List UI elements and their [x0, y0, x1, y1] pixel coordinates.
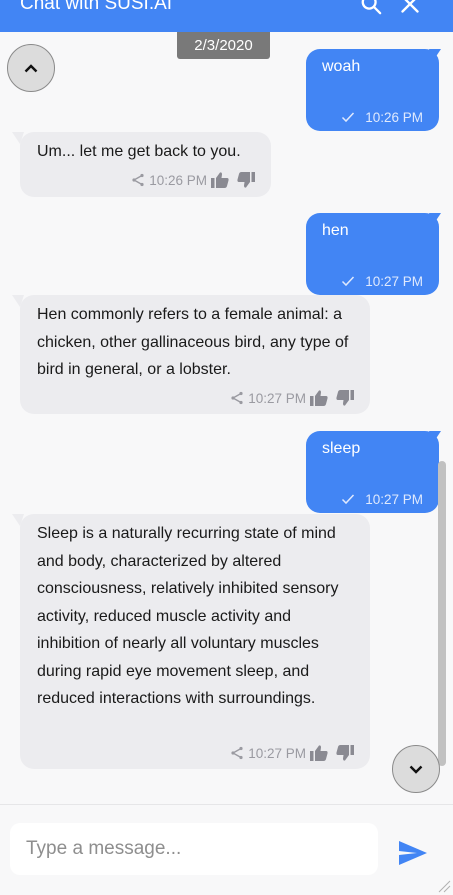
message-time: 10:26 PM — [149, 172, 207, 188]
bubble-tail-icon — [12, 514, 24, 526]
message-meta: 10:26 PM — [131, 171, 255, 189]
thumbs-up-icon[interactable] — [310, 745, 328, 761]
user-message: sleep 10:27 PM — [306, 431, 441, 513]
message-time: 10:26 PM — [365, 109, 423, 125]
message-text: woah — [322, 58, 361, 75]
thumbs-down-icon[interactable] — [336, 390, 354, 406]
check-icon — [341, 493, 355, 505]
thumbs-down-icon[interactable] — [237, 172, 255, 188]
send-icon — [399, 841, 427, 865]
message-input[interactable] — [10, 823, 378, 875]
date-chip: 2/3/2020 — [177, 32, 270, 59]
message-time: 10:27 PM — [365, 491, 423, 507]
share-icon[interactable] — [131, 173, 145, 187]
user-message: woah 10:26 PM — [306, 49, 441, 131]
message-time: 10:27 PM — [248, 745, 306, 761]
message-list[interactable]: woah 10:26 PM Um... let me get back to y… — [0, 32, 453, 804]
message-text: Hen commonly refers to a female animal: … — [37, 306, 349, 378]
scrollbar-thumb[interactable] — [438, 461, 446, 766]
message-input-box[interactable] — [10, 823, 378, 875]
bubble-tail-icon — [12, 132, 24, 144]
search-icon[interactable] — [359, 0, 383, 16]
bot-message: Hen commonly refers to a female animal: … — [12, 295, 370, 414]
message-meta: 10:26 PM — [341, 108, 423, 126]
bot-message: Um... let me get back to you. 10:26 PM — [12, 132, 271, 197]
bubble-tail-icon — [429, 49, 441, 61]
message-text: hen — [322, 222, 349, 239]
share-icon[interactable] — [230, 746, 244, 760]
message-meta: 10:27 PM — [341, 490, 423, 508]
composer — [0, 804, 453, 895]
bubble-tail-icon — [429, 213, 441, 225]
chat-title: Chat with SUSI.AI — [20, 0, 173, 14]
user-message: hen 10:27 PM — [306, 213, 441, 295]
message-text: Um... let me get back to you. — [37, 143, 241, 160]
scroll-down-button[interactable] — [392, 745, 440, 793]
bubble-tail-icon — [429, 431, 441, 443]
thumbs-down-icon[interactable] — [336, 745, 354, 761]
bubble-tail-icon — [12, 295, 24, 307]
scroll-up-button[interactable] — [7, 44, 55, 92]
check-icon — [341, 111, 355, 123]
message-time: 10:27 PM — [248, 390, 306, 406]
chevron-up-icon — [24, 63, 38, 73]
message-meta: 10:27 PM — [230, 744, 354, 762]
message-time: 10:27 PM — [365, 273, 423, 289]
message-text: Sleep is a naturally recurring state of … — [37, 525, 339, 707]
close-icon[interactable] — [398, 0, 422, 16]
message-meta: 10:27 PM — [341, 272, 423, 290]
chat-header: Chat with SUSI.AI — [0, 0, 453, 32]
send-button[interactable] — [398, 840, 428, 866]
check-icon — [341, 275, 355, 287]
message-meta: 10:27 PM — [230, 389, 354, 407]
chevron-down-icon — [409, 765, 423, 774]
message-text: sleep — [322, 440, 361, 457]
thumbs-up-icon[interactable] — [310, 390, 328, 406]
bot-message: Sleep is a naturally recurring state of … — [12, 514, 370, 769]
share-icon[interactable] — [230, 391, 244, 405]
thumbs-up-icon[interactable] — [211, 172, 229, 188]
resize-grip-icon[interactable] — [435, 877, 451, 893]
